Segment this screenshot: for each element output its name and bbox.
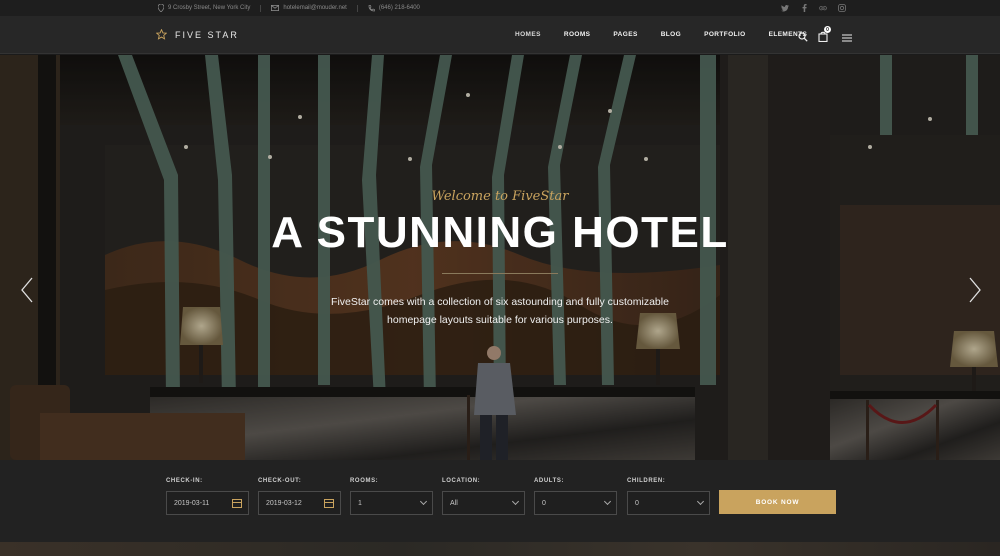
contact-info: 9 Crosby Street, New York City hotelemai… <box>158 4 420 12</box>
calendar-icon[interactable] <box>324 498 334 508</box>
star-icon <box>156 29 167 40</box>
nav-pages[interactable]: PAGES <box>613 31 637 38</box>
tripadvisor-icon[interactable] <box>819 4 827 12</box>
address-text: 9 Crosby Street, New York City <box>168 5 251 11</box>
chevron-down-icon <box>511 497 520 506</box>
nav-rooms[interactable]: ROOMS <box>564 31 591 38</box>
hero-subtitle: Welcome to FiveStar <box>431 189 569 204</box>
rooms-label: ROOMS: <box>350 478 379 484</box>
chevron-down-icon <box>696 497 705 506</box>
logo[interactable]: FIVE STAR <box>156 29 239 40</box>
children-value: 0 <box>635 499 639 507</box>
location-value: All <box>450 499 458 507</box>
children-field: CHILDREN: 0 <box>627 478 710 515</box>
email-item[interactable]: hotelemail@mouder.net <box>271 5 347 11</box>
address-item: 9 Crosby Street, New York City <box>158 4 250 12</box>
hero-description-line-1: FiveStar comes with a collection of six … <box>331 296 669 308</box>
adults-label: ADULTS: <box>534 478 565 484</box>
twitter-icon[interactable] <box>781 4 789 12</box>
rooms-select[interactable]: 1 <box>350 491 433 515</box>
top-bar: 9 Crosby Street, New York City hotelemai… <box>0 0 1000 16</box>
children-label: CHILDREN: <box>627 478 666 484</box>
divider <box>260 4 262 12</box>
email-text[interactable]: hotelemail@mouder.net <box>283 5 346 11</box>
cart-button[interactable]: 0 <box>818 26 831 47</box>
rooms-value: 1 <box>358 499 362 507</box>
checkout-label: CHECK-OUT: <box>258 478 302 484</box>
email-icon <box>271 5 280 11</box>
location-pin-icon <box>158 4 164 12</box>
calendar-icon[interactable] <box>232 498 242 508</box>
hero-description-line-2: homepage layouts suitable for various pu… <box>387 314 613 326</box>
location-select[interactable]: All <box>442 491 525 515</box>
adults-field: ADULTS: 0 <box>534 478 617 515</box>
checkin-label: CHECK-IN: <box>166 478 203 484</box>
facebook-icon[interactable] <box>800 4 808 12</box>
checkin-field: CHECK-IN: 2019-03-11 <box>166 478 249 515</box>
checkout-input[interactable]: 2019-03-12 <box>258 491 341 515</box>
adults-value: 0 <box>542 499 546 507</box>
phone-text[interactable]: (646) 218-6400 <box>379 5 420 11</box>
booking-form: CHECK-IN: 2019-03-11 CHECK-OUT: 2019-03-… <box>0 460 1000 542</box>
hero-slider: Welcome to FiveStar A STUNNING HOTEL Fiv… <box>0 55 1000 460</box>
children-select[interactable]: 0 <box>627 491 710 515</box>
instagram-icon[interactable] <box>838 4 846 12</box>
location-field: LOCATION: All <box>442 478 525 515</box>
main-nav: HOMES ROOMS PAGES BLOG PORTFOLIO ELEMENT… <box>515 31 830 38</box>
social-links <box>781 4 846 12</box>
nav-homes[interactable]: HOMES <box>515 31 541 38</box>
nav-blog[interactable]: BLOG <box>661 31 681 38</box>
checkout-value: 2019-03-12 <box>266 499 302 507</box>
book-now-button[interactable]: BOOK NOW <box>719 490 836 514</box>
menu-icon[interactable] <box>842 29 852 47</box>
phone-item[interactable]: (646) 218-6400 <box>368 4 420 12</box>
next-section-preview <box>0 542 1000 556</box>
hero-description: FiveStar comes with a collection of six … <box>300 293 700 329</box>
location-label: LOCATION: <box>442 478 481 484</box>
search-icon[interactable] <box>798 29 808 47</box>
slider-prev-arrow-icon[interactable] <box>20 277 34 303</box>
header-icons: 0 <box>798 26 852 47</box>
hero-title: A STUNNING HOTEL <box>271 208 729 257</box>
rooms-field: ROOMS: 1 <box>350 478 433 515</box>
chevron-down-icon <box>603 497 612 506</box>
adults-select[interactable]: 0 <box>534 491 617 515</box>
nav-portfolio[interactable]: PORTFOLIO <box>704 31 746 38</box>
main-header: FIVE STAR HOMES ROOMS PAGES BLOG PORTFOL… <box>0 16 1000 54</box>
cart-count-badge: 0 <box>824 26 831 33</box>
checkin-value: 2019-03-11 <box>174 499 210 507</box>
phone-icon <box>368 4 375 11</box>
checkin-input[interactable]: 2019-03-11 <box>166 491 249 515</box>
checkout-field: CHECK-OUT: 2019-03-12 <box>258 478 341 515</box>
chevron-down-icon <box>419 497 428 506</box>
logo-text: FIVE STAR <box>175 29 239 40</box>
slider-next-arrow-icon[interactable] <box>968 277 982 303</box>
hero-divider <box>442 273 558 274</box>
divider <box>356 4 358 12</box>
